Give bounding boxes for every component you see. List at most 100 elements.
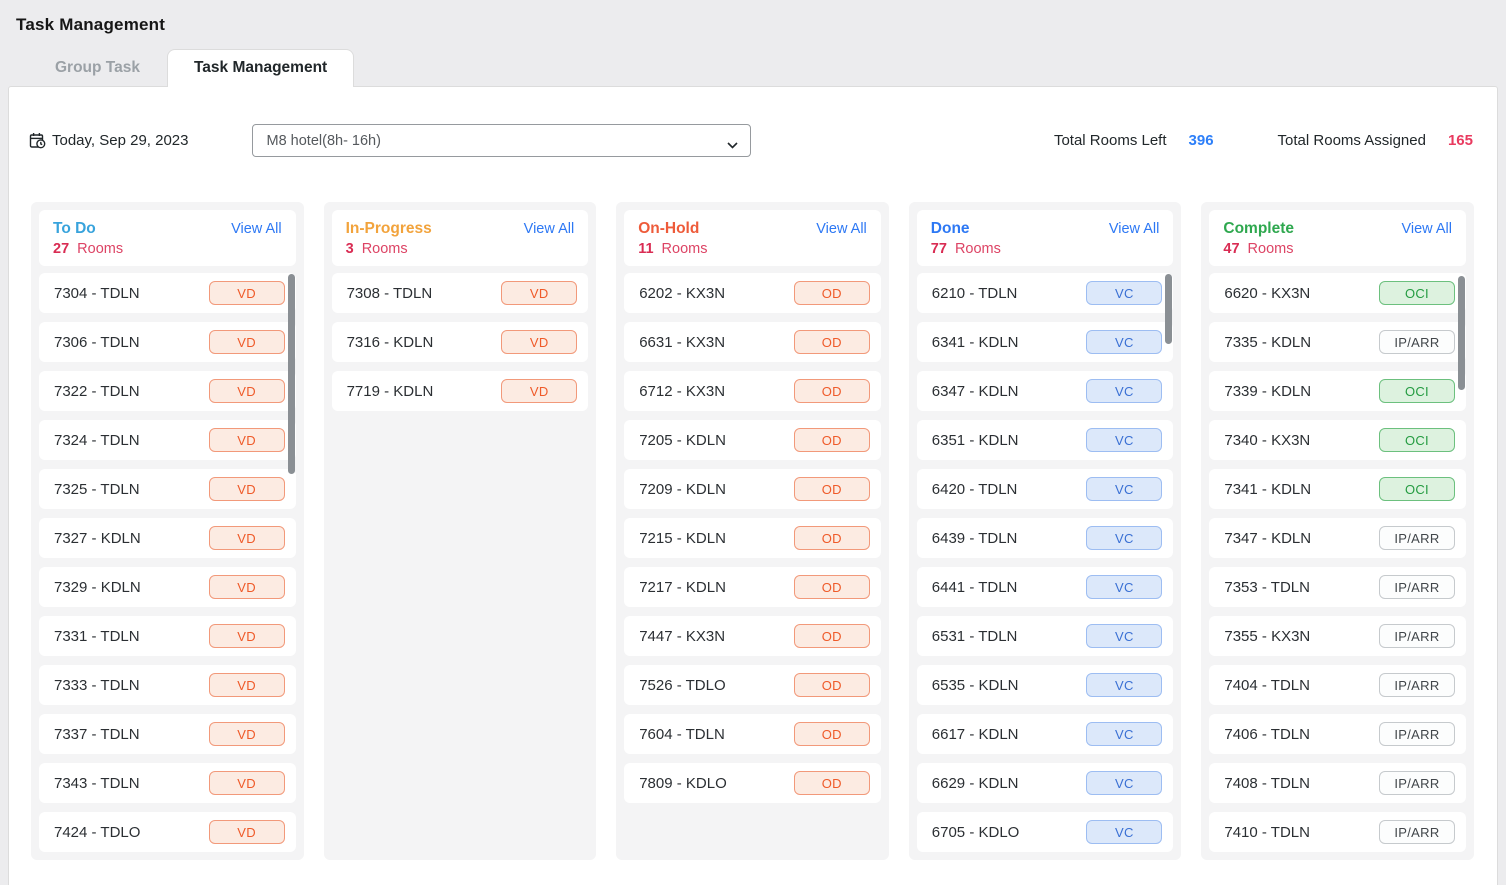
status-badge[interactable]: IP/ARR [1379,624,1455,648]
room-card[interactable]: 6620 - KX3N OCI [1209,273,1466,313]
view-all-link[interactable]: View All [816,221,867,237]
status-badge[interactable]: IP/ARR [1379,673,1455,697]
column-scrollbar[interactable] [1458,276,1465,390]
room-card[interactable]: 7217 - KDLN OD [624,567,881,607]
status-badge[interactable]: VD [209,330,285,354]
room-card[interactable]: 6202 - KX3N OD [624,273,881,313]
room-card[interactable]: 7404 - TDLN IP/ARR [1209,665,1466,705]
status-badge[interactable]: VD [209,281,285,305]
status-badge[interactable]: IP/ARR [1379,820,1455,844]
status-badge[interactable]: VC [1086,428,1162,452]
tab-group-task[interactable]: Group Task [28,49,167,86]
room-card[interactable]: 7424 - TDLO VD [39,812,296,852]
room-card[interactable]: 7306 - TDLN VD [39,322,296,362]
status-badge[interactable]: OD [794,771,870,795]
status-badge[interactable]: IP/ARR [1379,575,1455,599]
status-badge[interactable]: VD [209,771,285,795]
room-card[interactable]: 7337 - TDLN VD [39,714,296,754]
room-card[interactable]: 7335 - KDLN IP/ARR [1209,322,1466,362]
status-badge[interactable]: OD [794,281,870,305]
status-badge[interactable]: OD [794,722,870,746]
status-badge[interactable]: VD [209,820,285,844]
status-badge[interactable]: VD [209,673,285,697]
room-card[interactable]: 6347 - KDLN VC [917,371,1174,411]
room-card[interactable]: 6712 - KX3N OD [624,371,881,411]
view-all-link[interactable]: View All [1109,221,1160,237]
status-badge[interactable]: VC [1086,330,1162,354]
room-card[interactable]: 7316 - KDLN VD [332,322,589,362]
room-card[interactable]: 7353 - TDLN IP/ARR [1209,567,1466,607]
room-card[interactable]: 7324 - TDLN VD [39,420,296,460]
status-badge[interactable]: VC [1086,281,1162,305]
view-all-link[interactable]: View All [1401,221,1452,237]
status-badge[interactable]: VD [209,379,285,403]
room-card[interactable]: 7209 - KDLN OD [624,469,881,509]
room-card[interactable]: 6439 - TDLN VC [917,518,1174,558]
room-card[interactable]: 7304 - TDLN VD [39,273,296,313]
status-badge[interactable]: IP/ARR [1379,526,1455,550]
status-badge[interactable]: VD [501,330,577,354]
room-card[interactable]: 7408 - TDLN IP/ARR [1209,763,1466,803]
room-card[interactable]: 7325 - TDLN VD [39,469,296,509]
room-card[interactable]: 6535 - KDLN VC [917,665,1174,705]
room-card[interactable]: 7406 - TDLN IP/ARR [1209,714,1466,754]
status-badge[interactable]: OD [794,575,870,599]
status-badge[interactable]: OD [794,673,870,697]
view-all-link[interactable]: View All [524,221,575,237]
room-card[interactable]: 7719 - KDLN VD [332,371,589,411]
room-card[interactable]: 6617 - KDLN VC [917,714,1174,754]
status-badge[interactable]: VC [1086,575,1162,599]
status-badge[interactable]: IP/ARR [1379,722,1455,746]
room-card[interactable]: 6351 - KDLN VC [917,420,1174,460]
status-badge[interactable]: OCI [1379,428,1455,452]
status-badge[interactable]: VC [1086,722,1162,746]
room-card[interactable]: 7329 - KDLN VD [39,567,296,607]
room-card[interactable]: 7327 - KDLN VD [39,518,296,558]
status-badge[interactable]: VC [1086,624,1162,648]
room-card[interactable]: 6441 - TDLN VC [917,567,1174,607]
room-card[interactable]: 6420 - TDLN VC [917,469,1174,509]
status-badge[interactable]: VC [1086,379,1162,403]
status-badge[interactable]: VD [501,379,577,403]
status-badge[interactable]: VC [1086,771,1162,795]
room-card[interactable]: 6705 - KDLO VC [917,812,1174,852]
room-card[interactable]: 6531 - TDLN VC [917,616,1174,656]
room-card[interactable]: 7333 - TDLN VD [39,665,296,705]
column-scrollbar[interactable] [288,274,295,474]
status-badge[interactable]: VD [501,281,577,305]
status-badge[interactable]: OD [794,624,870,648]
status-badge[interactable]: VC [1086,820,1162,844]
room-card[interactable]: 7410 - TDLN IP/ARR [1209,812,1466,852]
status-badge[interactable]: OD [794,379,870,403]
status-badge[interactable]: OCI [1379,379,1455,403]
room-card[interactable]: 7308 - TDLN VD [332,273,589,313]
room-card[interactable]: 6631 - KX3N OD [624,322,881,362]
room-card[interactable]: 7526 - TDLO OD [624,665,881,705]
status-badge[interactable]: VD [209,477,285,501]
room-card[interactable]: 7205 - KDLN OD [624,420,881,460]
view-all-link[interactable]: View All [231,221,282,237]
tab-task-management[interactable]: Task Management [167,49,354,87]
status-badge[interactable]: VD [209,722,285,746]
status-badge[interactable]: IP/ARR [1379,771,1455,795]
status-badge[interactable]: OD [794,477,870,501]
room-card[interactable]: 7343 - TDLN VD [39,763,296,803]
status-badge[interactable]: VD [209,526,285,550]
status-badge[interactable]: OD [794,526,870,550]
status-badge[interactable]: IP/ARR [1379,330,1455,354]
status-badge[interactable]: OCI [1379,477,1455,501]
room-card[interactable]: 7341 - KDLN OCI [1209,469,1466,509]
column-scrollbar[interactable] [1165,274,1172,344]
room-card[interactable]: 7447 - KX3N OD [624,616,881,656]
room-card[interactable]: 6629 - KDLN VC [917,763,1174,803]
room-card[interactable]: 7355 - KX3N IP/ARR [1209,616,1466,656]
status-badge[interactable]: VC [1086,673,1162,697]
status-badge[interactable]: VD [209,428,285,452]
status-badge[interactable]: OCI [1379,281,1455,305]
status-badge[interactable]: VC [1086,526,1162,550]
room-card[interactable]: 7604 - TDLN OD [624,714,881,754]
room-card[interactable]: 7340 - KX3N OCI [1209,420,1466,460]
shift-select[interactable]: M8 hotel(8h- 16h) [252,124,751,157]
status-badge[interactable]: VD [209,575,285,599]
room-card[interactable]: 6210 - TDLN VC [917,273,1174,313]
